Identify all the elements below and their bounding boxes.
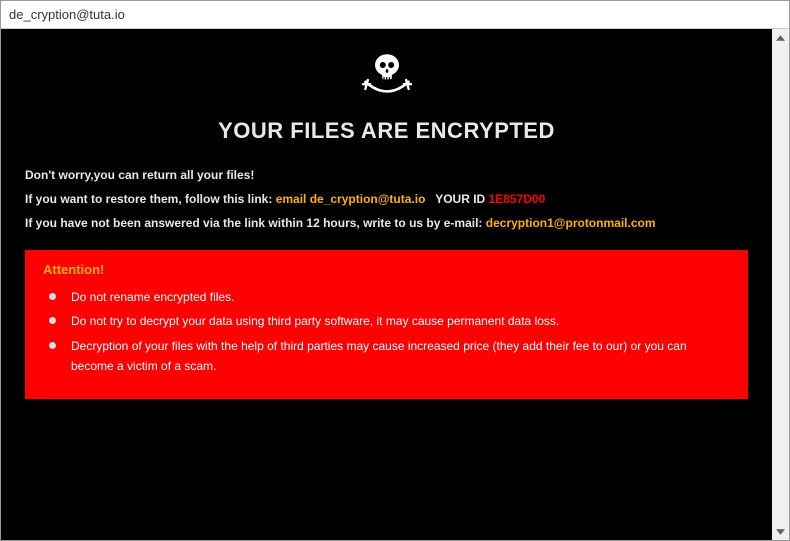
list-item: Do not try to decrypt your data using th…	[71, 311, 730, 331]
info-line-1: Don't worry,you can return all your file…	[25, 166, 748, 184]
list-item: Decryption of your files with the help o…	[71, 336, 730, 377]
list-item: Do not rename encrypted files.	[71, 287, 730, 307]
content-area: YOUR FILES ARE ENCRYPTED Don't worry,you…	[1, 29, 789, 540]
ransom-window: de_cryption@tuta.io	[0, 0, 790, 541]
skull-swords-icon	[356, 47, 418, 110]
victim-id: 1E857D00	[489, 192, 546, 206]
vertical-scrollbar[interactable]	[772, 29, 789, 540]
scroll-down-icon[interactable]	[774, 525, 787, 538]
info-line-2: If you want to restore them, follow this…	[25, 190, 748, 208]
skull-wrap	[25, 47, 748, 110]
your-id-label: YOUR ID	[425, 192, 488, 206]
main-content: YOUR FILES ARE ENCRYPTED Don't worry,you…	[1, 29, 772, 540]
line2-prefix: If you want to restore them, follow this…	[25, 192, 276, 206]
titlebar[interactable]: de_cryption@tuta.io	[1, 1, 789, 29]
window-title: de_cryption@tuta.io	[9, 7, 125, 22]
line3-prefix: If you have not been answered via the li…	[25, 216, 486, 230]
attention-box: Attention! Do not rename encrypted files…	[25, 250, 748, 399]
attention-list: Do not rename encrypted files. Do not tr…	[43, 287, 730, 377]
contact-email-primary: email de_cryption@tuta.io	[276, 192, 426, 206]
page-title: YOUR FILES ARE ENCRYPTED	[25, 118, 748, 144]
attention-title: Attention!	[43, 262, 730, 277]
contact-email-secondary: decryption1@protonmail.com	[486, 216, 656, 230]
scroll-up-icon[interactable]	[774, 31, 787, 44]
info-line-3: If you have not been answered via the li…	[25, 214, 748, 232]
